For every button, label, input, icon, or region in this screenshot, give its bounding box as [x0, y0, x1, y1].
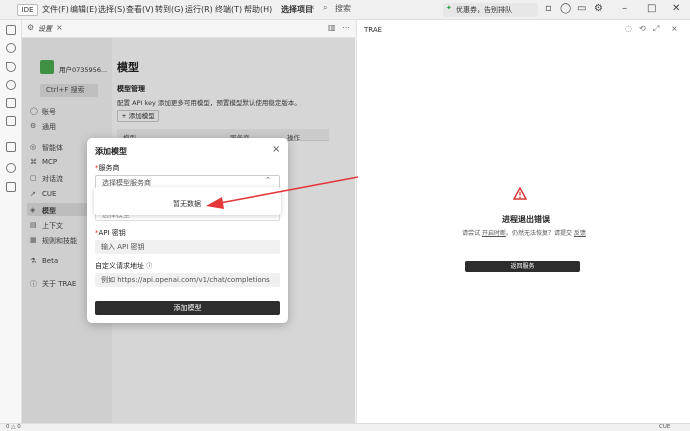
annotation-arrow — [206, 176, 359, 209]
arrow-line — [219, 176, 359, 204]
arrow-head — [206, 197, 224, 209]
